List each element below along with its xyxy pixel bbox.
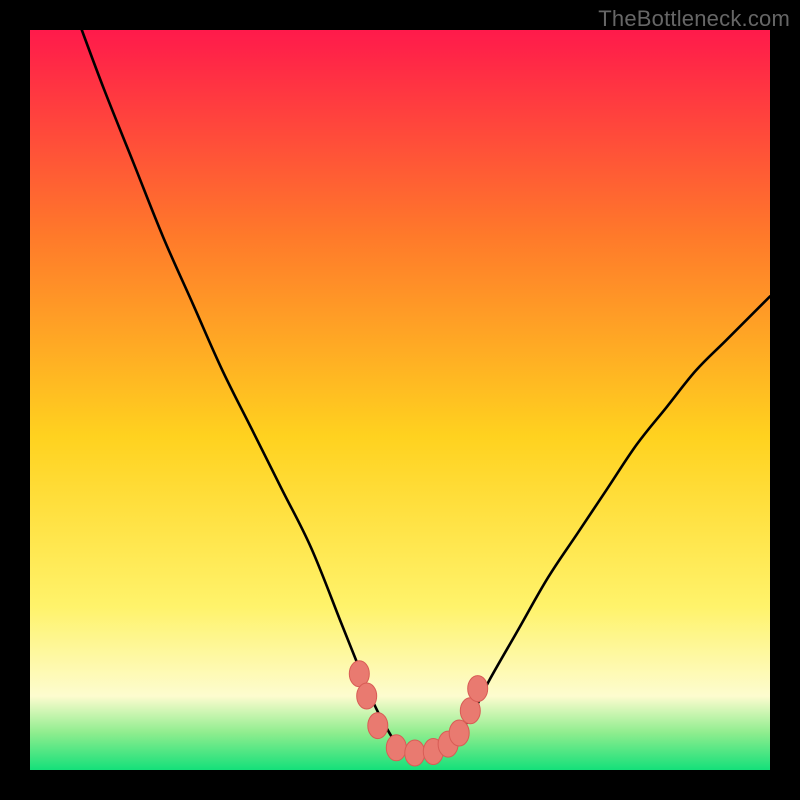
curve-marker bbox=[405, 740, 425, 766]
curve-marker bbox=[468, 676, 488, 702]
plot-svg bbox=[30, 30, 770, 770]
watermark-text: TheBottleneck.com bbox=[598, 6, 790, 32]
curve-marker bbox=[368, 713, 388, 739]
curve-marker bbox=[357, 683, 377, 709]
gradient-background bbox=[30, 30, 770, 770]
chart-stage: TheBottleneck.com bbox=[0, 0, 800, 800]
curve-marker bbox=[449, 720, 469, 746]
curve-marker bbox=[386, 735, 406, 761]
plot-area bbox=[30, 30, 770, 770]
